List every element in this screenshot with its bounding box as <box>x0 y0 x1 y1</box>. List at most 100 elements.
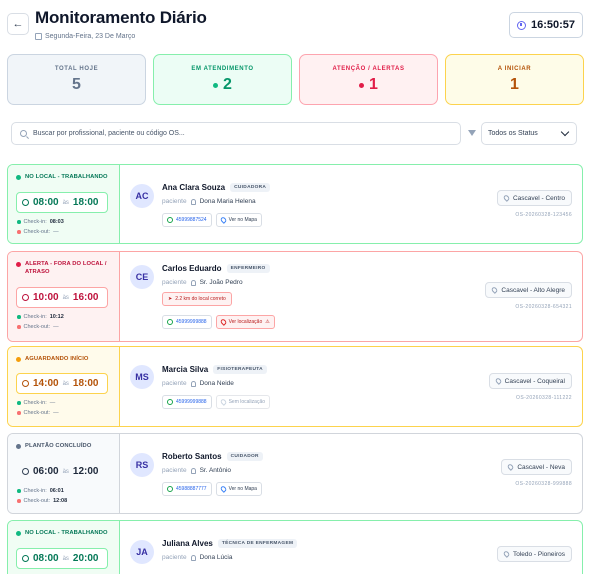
shift-details: MS Marcia Silva FISIOTERAPEUTA paciente Do… <box>120 347 582 426</box>
clock-icon <box>22 555 29 562</box>
shift-start: 08:00 <box>33 197 59 208</box>
shift-end: 18:00 <box>72 197 99 208</box>
page-title: Monitoramento Diário <box>35 8 207 27</box>
location-badge: Cascavel - Neva <box>501 459 572 475</box>
whatsapp-button[interactable]: 45999887524 <box>162 213 212 227</box>
person-icon <box>190 198 196 205</box>
map-pin-icon <box>219 485 227 493</box>
checkout-label: Check-out: <box>23 410 51 416</box>
map-pin-icon <box>506 463 515 471</box>
status-filter-select[interactable]: Todos os Status <box>481 122 577 145</box>
shift-card[interactable]: NO LOCAL - TRABALHANDO 08:00 às 18:00 Ch… <box>7 164 583 244</box>
map-button-label: Ver no Mapa <box>228 486 257 492</box>
phone-number: 45988887777 <box>176 486 207 492</box>
stat-label: A INICIAR <box>497 66 532 72</box>
map-button-label: Ver localização <box>228 319 263 325</box>
checkin-time: — <box>49 400 56 406</box>
shift-status: AGUARDANDO INÍCIO <box>16 355 111 363</box>
clock-icon <box>22 468 29 475</box>
location-badge: Toledo - Pioneiros <box>496 546 572 562</box>
status-dot <box>16 356 21 362</box>
action-buttons: 45999887524 Ver no Mapa <box>162 213 262 227</box>
professional-name: Ana Clara Souza <box>162 183 226 192</box>
shift-card[interactable]: NO LOCAL - TRABALHANDO 08:00 às 20:00 JA… <box>7 520 583 574</box>
shift-status-panel: ALERTA - FORA DO LOCAL / ATRASO 10:00 às… <box>8 252 120 341</box>
shift-status-label: AGUARDANDO INÍCIO <box>25 356 89 362</box>
location-label: Cascavel - Centro <box>512 194 565 202</box>
os-code: OS-20260328-999888 <box>515 481 572 487</box>
stat-label: EM ATENDIMENTO <box>191 66 254 72</box>
os-code: OS-20260328-111222 <box>516 395 572 401</box>
shift-status-label: ALERTA - FORA DO LOCAL / ATRASO <box>25 261 107 275</box>
shift-card[interactable]: AGUARDANDO INÍCIO 14:00 às 18:00 Check-i… <box>7 346 583 427</box>
checkout-label: Check-out: <box>23 324 51 330</box>
shift-end: 12:00 <box>72 466 99 477</box>
shift-status: ALERTA - FORA DO LOCAL / ATRASO <box>16 260 111 276</box>
calendar-icon <box>35 33 42 40</box>
patient-name: Dona Lúcia <box>199 554 233 561</box>
status-filter-value: Todos os Status <box>488 130 538 137</box>
shift-time-range: 08:00 às 20:00 <box>16 548 108 569</box>
clock-icon <box>22 380 29 387</box>
shift-end: 20:00 <box>72 553 99 564</box>
checkout-time: — <box>53 229 59 235</box>
location-badge: Cascavel - Alto Alegre <box>485 282 572 298</box>
phone-number: 45999999888 <box>176 399 207 405</box>
view-location-button[interactable]: Ver localização ⚠ <box>215 315 275 329</box>
whatsapp-button[interactable]: 45999999888 <box>162 395 212 409</box>
status-dot <box>16 443 21 449</box>
phone-number: 45999999888 <box>176 319 207 325</box>
stat-total-today[interactable]: TOTAL HOJE 5 <box>7 54 146 105</box>
time-separator: às <box>62 199 69 206</box>
whatsapp-button[interactable]: 45999999888 <box>162 315 212 329</box>
shift-start: 06:00 <box>33 466 59 477</box>
search-icon <box>20 130 27 137</box>
status-dot <box>213 82 219 88</box>
role-badge: CUIDADORA <box>230 183 271 192</box>
stat-label: ATENÇÃO / ALERTAS <box>332 66 405 72</box>
patient-row: paciente Dona Lúcia <box>162 554 232 561</box>
map-button[interactable]: Ver no Mapa <box>215 482 262 496</box>
clock-icon <box>22 294 29 301</box>
avatar: JA <box>130 540 154 564</box>
shift-card[interactable]: ALERTA - FORA DO LOCAL / ATRASO 10:00 às… <box>7 251 583 342</box>
location-label: Cascavel - Alto Alegre <box>501 286 565 294</box>
check-times: Check-in: 06:01 Check-out: 12:08 <box>17 486 67 506</box>
whatsapp-button[interactable]: 45988887777 <box>162 482 212 496</box>
shift-status-panel: NO LOCAL - TRABALHANDO 08:00 às 20:00 <box>8 521 120 574</box>
checkout-time: — <box>53 410 59 416</box>
shift-details: RS Roberto Santos CUIDADOR paciente Sr. An… <box>120 434 582 513</box>
map-pin-icon <box>219 398 227 406</box>
patient-row: paciente Dona Maria Helena <box>162 198 256 205</box>
shift-end: 18:00 <box>72 378 99 389</box>
map-pin-icon <box>494 377 503 385</box>
current-date: Segunda-Feira, 23 De Março <box>45 33 136 40</box>
navigation-icon: ➤ <box>168 296 173 302</box>
shift-status: NO LOCAL - TRABALHANDO <box>16 529 111 537</box>
date-row: Segunda-Feira, 23 De Março <box>35 33 135 40</box>
chevron-down-icon <box>560 127 570 137</box>
person-icon <box>190 380 196 387</box>
shift-card[interactable]: PLANTÃO CONCLUÍDO 06:00 às 12:00 Check-i… <box>7 433 583 514</box>
professional-name-row: Carlos Eduardo ENFERMEIRO <box>162 264 270 273</box>
patient-row: paciente Sr. João Pedro <box>162 279 243 286</box>
stat-to-start[interactable]: A INICIAR 1 <box>445 54 584 105</box>
os-code: OS-20260328-123456 <box>515 212 572 218</box>
distance-alert: ➤ 2.2 km do local correto <box>162 292 232 306</box>
map-pin-icon <box>491 286 499 294</box>
patient-label: paciente <box>162 279 187 286</box>
search-input[interactable]: Buscar por profissional, paciente ou cód… <box>11 122 461 145</box>
patient-label: paciente <box>162 467 187 474</box>
checkout-label: Check-out: <box>23 229 51 235</box>
location-label: Cascavel - Neva <box>517 463 565 471</box>
search-placeholder: Buscar por profissional, paciente ou cód… <box>33 130 185 137</box>
clock-display: 16:50:57 <box>509 12 583 38</box>
stat-alerts[interactable]: ATENÇÃO / ALERTAS 1 <box>299 54 438 105</box>
back-button[interactable]: ← <box>7 13 29 35</box>
map-button[interactable]: Ver no Mapa <box>215 213 262 227</box>
professional-name: Marcia Silva <box>162 365 209 374</box>
clock-icon <box>22 199 29 206</box>
warning-icon: ⚠ <box>265 319 270 325</box>
stat-in-service[interactable]: EM ATENDIMENTO 2 <box>153 54 292 105</box>
patient-row: paciente Dona Neide <box>162 380 234 387</box>
